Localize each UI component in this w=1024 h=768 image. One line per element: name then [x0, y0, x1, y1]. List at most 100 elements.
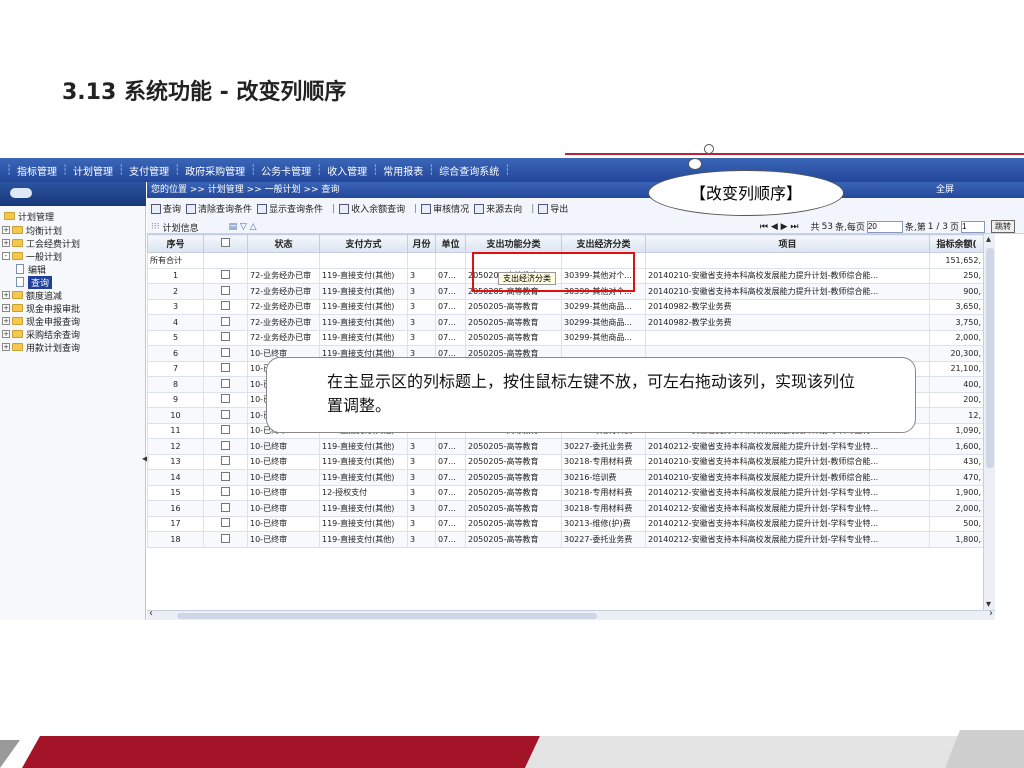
sidebar-item[interactable]: + 额度追减 — [2, 289, 62, 302]
row-checkbox[interactable] — [221, 378, 230, 388]
table-row[interactable]: 17 10-已终审 119-直接支付(其他) 3 07... 2050205-高等教育 30… — [147, 515, 984, 532]
table-row[interactable]: 15 10-已终审 12-授权支付 3 07... 2050205-高等教育 30218-专… — [147, 484, 984, 501]
table-row[interactable]: 14 10-已终审 119-直接支付(其他) 3 07... 2050205-高等教育 30… — [147, 469, 984, 486]
tree-toggle-icon[interactable]: + — [2, 226, 10, 234]
menu-item[interactable]: 常用报表 — [378, 163, 428, 178]
scroll-right-icon[interactable]: › — [989, 608, 993, 619]
table-row[interactable]: 4 72-业务经办已审 119-直接支付(其他) 3 07... 2050205-高等教育… — [147, 314, 984, 331]
row-checkbox[interactable] — [221, 440, 230, 450]
sidebar-item[interactable]: + 采购结余查询 — [2, 328, 81, 341]
vertical-scrollbar[interactable]: ▴ ▾ — [983, 234, 995, 610]
toolbar-button[interactable]: 审核情况 — [421, 202, 469, 215]
tree-toggle-icon[interactable]: + — [2, 304, 10, 312]
column-header[interactable]: 序号 — [147, 234, 204, 253]
sidebar-item-label: 采购结余查询 — [26, 330, 81, 341]
tree-toggle-icon[interactable]: + — [2, 317, 10, 325]
table-row[interactable]: 12 10-已终审 119-直接支付(其他) 3 07... 2050205-高等教育 30… — [147, 438, 984, 455]
column-header[interactable]: 单位 — [435, 234, 466, 253]
row-checkbox[interactable] — [221, 502, 230, 512]
column-header[interactable]: 支出功能分类 — [465, 234, 562, 253]
row-checkbox[interactable] — [221, 456, 230, 466]
column-header[interactable]: 支出经济分类 — [561, 234, 646, 253]
folder-icon — [12, 291, 23, 299]
row-checkbox-cell — [203, 469, 248, 486]
toolbar-button[interactable]: 查询 — [151, 202, 181, 215]
toolbar-button[interactable]: 导出 — [538, 202, 568, 215]
table-cell: 119-直接支付(其他) — [319, 500, 408, 517]
row-checkbox[interactable] — [221, 285, 230, 295]
column-header[interactable]: 月份 — [407, 234, 436, 253]
scroll-up-icon[interactable]: ▴ — [986, 234, 991, 245]
table-row[interactable]: 3 72-业务经办已审 119-直接支付(其他) 3 07... 2050205-高等教育… — [147, 298, 984, 315]
tree-toggle-icon[interactable]: - — [2, 252, 10, 260]
sidebar-item[interactable]: + 工会经费计划 — [2, 237, 80, 250]
tree-toggle-icon[interactable]: + — [2, 330, 10, 338]
row-checkbox[interactable] — [221, 425, 230, 435]
row-checkbox[interactable] — [221, 347, 230, 357]
toolbar-button[interactable]: 来源去向 — [474, 202, 522, 215]
tree-toggle-icon[interactable]: + — [2, 291, 10, 299]
row-checkbox[interactable] — [221, 409, 230, 419]
toolbar-button[interactable]: 显示查询条件 — [257, 202, 323, 215]
row-checkbox-cell — [203, 283, 248, 300]
menu-item[interactable]: 计划管理 — [68, 163, 118, 178]
table-cell: 200, — [929, 391, 984, 408]
column-header[interactable]: 指标余额( — [929, 234, 984, 253]
row-checkbox[interactable] — [221, 471, 230, 481]
table-row[interactable]: 16 10-已终审 119-直接支付(其他) 3 07... 2050205-高等教育 30… — [147, 500, 984, 517]
menu-item[interactable]: 政府采购管理 — [180, 163, 250, 178]
sidebar-item[interactable]: + 现金申报审批 — [2, 302, 80, 315]
toolbar-button-label: 审核情况 — [433, 205, 470, 215]
column-header[interactable] — [203, 234, 248, 253]
table-row[interactable]: 13 10-已终审 119-直接支付(其他) 3 07... 2050205-高等教育 30… — [147, 453, 984, 470]
tree-root[interactable]: 计划管理 — [4, 210, 54, 223]
pager-first-icon[interactable]: ⏮ ◀ ▶ ⏭ — [760, 222, 799, 232]
table-row[interactable]: 18 10-已终审 119-直接支付(其他) 3 07... 2050205-高等教育 30… — [147, 531, 984, 548]
tree-toggle-icon[interactable]: + — [2, 239, 10, 247]
vscroll-thumb[interactable] — [986, 248, 994, 468]
toolbar-button[interactable]: 收入余额查询 — [339, 202, 405, 215]
sidebar-item[interactable]: 编辑 — [16, 263, 46, 276]
horizontal-scrollbar[interactable]: ‹ › — [147, 608, 995, 620]
row-checkbox[interactable] — [221, 332, 230, 342]
sidebar-item[interactable]: + 均衡计划 — [2, 224, 62, 237]
menu-item[interactable]: 公务卡管理 — [256, 163, 316, 178]
sidebar-item[interactable]: - 一般计划 — [2, 250, 62, 263]
column-header[interactable]: 状态 — [247, 234, 320, 253]
toolbar: 查询 清除查询条件 显示查询条件 | 收入余额查询 | 审核情况 来源去向 | 导出 ⁝⁝⁝ 计划… — [147, 198, 1024, 234]
menu-item[interactable]: 指标管理 — [12, 163, 62, 178]
menu-item[interactable]: 综合查询系统 — [434, 163, 504, 178]
column-header[interactable]: 项目 — [645, 234, 930, 253]
row-checkbox[interactable] — [221, 394, 230, 404]
fullscreen-button[interactable]: 全屏 — [936, 182, 954, 198]
row-checkbox[interactable] — [221, 270, 230, 280]
sidebar-item[interactable]: + 现金申报查询 — [2, 315, 80, 328]
row-checkbox[interactable] — [221, 487, 230, 497]
row-checkbox[interactable] — [221, 301, 230, 311]
total-value: 151,652, — [929, 252, 984, 269]
table-row[interactable]: 5 72-业务经办已审 119-直接支付(其他) 3 07... 2050205-高等教育… — [147, 329, 984, 346]
table-cell: 20140210-安徽省支持本科高校发展能力提升计划-教师综合能... — [645, 453, 930, 470]
panel-toggle-icon[interactable]: ▤ ▽ △ — [229, 222, 257, 232]
jump-button[interactable]: 跳转 — [991, 220, 1015, 233]
row-checkbox[interactable] — [221, 518, 230, 528]
row-checkbox[interactable] — [221, 316, 230, 326]
pager-total: 53 — [821, 221, 834, 232]
sidebar-item[interactable]: 查询 — [16, 275, 53, 289]
scroll-left-icon[interactable]: ‹ — [149, 608, 153, 619]
row-checkbox[interactable] — [221, 363, 230, 373]
select-all-checkbox[interactable] — [221, 237, 230, 247]
tree-toggle-icon[interactable]: + — [2, 343, 10, 351]
column-header[interactable]: 支付方式 — [319, 234, 408, 253]
table-cell: 3 — [407, 515, 436, 532]
table-cell: 20140212-安徽省支持本科高校发展能力提升计划-学科专业特... — [645, 438, 930, 455]
menu-item[interactable]: 支付管理 — [124, 163, 174, 178]
menu-item[interactable]: 收入管理 — [322, 163, 372, 178]
toolbar-button[interactable]: 清除查询条件 — [186, 202, 252, 215]
sidebar-item[interactable]: + 用款计划查询 — [2, 341, 80, 354]
row-checkbox[interactable] — [221, 533, 230, 543]
per-page-select[interactable] — [866, 220, 903, 233]
hscroll-thumb[interactable] — [177, 613, 597, 619]
page-input[interactable] — [961, 220, 985, 233]
toolbar-separator: | — [531, 203, 535, 214]
